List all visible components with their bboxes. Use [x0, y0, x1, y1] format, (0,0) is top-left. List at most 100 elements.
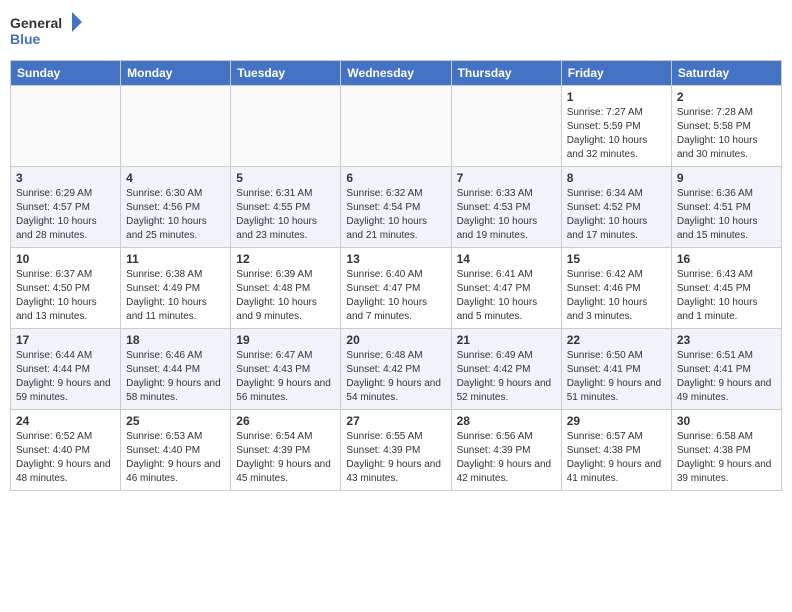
day-info: Sunrise: 6:43 AM Sunset: 4:45 PM Dayligh… — [677, 268, 776, 324]
calendar-cell: 8 Sunrise: 6:34 AM Sunset: 4:52 PM Daylig… — [561, 167, 671, 248]
weekday-header-cell: Saturday — [671, 61, 781, 86]
calendar-cell: 7 Sunrise: 6:33 AM Sunset: 4:53 PM Daylig… — [451, 167, 561, 248]
day-number: 1 — [567, 90, 666, 104]
day-number: 27 — [346, 414, 445, 428]
weekday-header-cell: Friday — [561, 61, 671, 86]
day-info: Sunrise: 6:55 AM Sunset: 4:39 PM Dayligh… — [346, 430, 445, 486]
calendar-cell: 24 Sunrise: 6:52 AM Sunset: 4:40 PM Dayli… — [11, 410, 121, 491]
day-info: Sunrise: 6:29 AM Sunset: 4:57 PM Dayligh… — [16, 187, 115, 243]
weekday-header-cell: Wednesday — [341, 61, 451, 86]
day-number: 21 — [457, 333, 556, 347]
calendar-cell: 28 Sunrise: 6:56 AM Sunset: 4:39 PM Dayli… — [451, 410, 561, 491]
calendar-cell: 15 Sunrise: 6:42 AM Sunset: 4:46 PM Dayli… — [561, 248, 671, 329]
weekday-header-cell: Monday — [121, 61, 231, 86]
day-info: Sunrise: 6:50 AM Sunset: 4:41 PM Dayligh… — [567, 349, 666, 405]
calendar-week-row: 17 Sunrise: 6:44 AM Sunset: 4:44 PM Dayli… — [11, 329, 782, 410]
calendar-cell — [11, 86, 121, 167]
calendar-cell: 29 Sunrise: 6:57 AM Sunset: 4:38 PM Dayli… — [561, 410, 671, 491]
calendar-cell: 25 Sunrise: 6:53 AM Sunset: 4:40 PM Dayli… — [121, 410, 231, 491]
day-number: 26 — [236, 414, 335, 428]
day-info: Sunrise: 6:48 AM Sunset: 4:42 PM Dayligh… — [346, 349, 445, 405]
day-info: Sunrise: 6:30 AM Sunset: 4:56 PM Dayligh… — [126, 187, 225, 243]
day-info: Sunrise: 6:53 AM Sunset: 4:40 PM Dayligh… — [126, 430, 225, 486]
day-number: 28 — [457, 414, 556, 428]
day-info: Sunrise: 6:44 AM Sunset: 4:44 PM Dayligh… — [16, 349, 115, 405]
day-number: 3 — [16, 171, 115, 185]
day-number: 12 — [236, 252, 335, 266]
day-number: 7 — [457, 171, 556, 185]
calendar-week-row: 24 Sunrise: 6:52 AM Sunset: 4:40 PM Dayli… — [11, 410, 782, 491]
day-number: 11 — [126, 252, 225, 266]
day-info: Sunrise: 6:58 AM Sunset: 4:38 PM Dayligh… — [677, 430, 776, 486]
day-info: Sunrise: 6:38 AM Sunset: 4:49 PM Dayligh… — [126, 268, 225, 324]
calendar-cell: 16 Sunrise: 6:43 AM Sunset: 4:45 PM Dayli… — [671, 248, 781, 329]
day-number: 16 — [677, 252, 776, 266]
logo-svg: General Blue — [10, 10, 90, 52]
calendar-cell: 4 Sunrise: 6:30 AM Sunset: 4:56 PM Daylig… — [121, 167, 231, 248]
day-number: 9 — [677, 171, 776, 185]
day-number: 22 — [567, 333, 666, 347]
day-number: 10 — [16, 252, 115, 266]
svg-text:Blue: Blue — [10, 31, 41, 47]
calendar-cell: 23 Sunrise: 6:51 AM Sunset: 4:41 PM Dayli… — [671, 329, 781, 410]
svg-text:General: General — [10, 15, 62, 31]
day-info: Sunrise: 7:27 AM Sunset: 5:59 PM Dayligh… — [567, 106, 666, 162]
day-info: Sunrise: 6:33 AM Sunset: 4:53 PM Dayligh… — [457, 187, 556, 243]
calendar-cell: 11 Sunrise: 6:38 AM Sunset: 4:49 PM Dayli… — [121, 248, 231, 329]
day-info: Sunrise: 6:51 AM Sunset: 4:41 PM Dayligh… — [677, 349, 776, 405]
day-number: 20 — [346, 333, 445, 347]
day-info: Sunrise: 6:47 AM Sunset: 4:43 PM Dayligh… — [236, 349, 335, 405]
day-number: 24 — [16, 414, 115, 428]
day-number: 2 — [677, 90, 776, 104]
day-info: Sunrise: 6:54 AM Sunset: 4:39 PM Dayligh… — [236, 430, 335, 486]
day-info: Sunrise: 6:57 AM Sunset: 4:38 PM Dayligh… — [567, 430, 666, 486]
day-number: 15 — [567, 252, 666, 266]
calendar-cell — [451, 86, 561, 167]
day-info: Sunrise: 6:39 AM Sunset: 4:48 PM Dayligh… — [236, 268, 335, 324]
logo: General Blue — [10, 10, 90, 52]
day-number: 18 — [126, 333, 225, 347]
calendar-cell: 10Sunrise: 6:37 AM Sunset: 4:50 PM Dayli… — [11, 248, 121, 329]
day-number: 13 — [346, 252, 445, 266]
day-info: Sunrise: 6:52 AM Sunset: 4:40 PM Dayligh… — [16, 430, 115, 486]
calendar-cell: 18 Sunrise: 6:46 AM Sunset: 4:44 PM Dayli… — [121, 329, 231, 410]
day-info: Sunrise: 6:40 AM Sunset: 4:47 PM Dayligh… — [346, 268, 445, 324]
day-number: 29 — [567, 414, 666, 428]
calendar-cell: 12 Sunrise: 6:39 AM Sunset: 4:48 PM Dayli… — [231, 248, 341, 329]
day-number: 23 — [677, 333, 776, 347]
day-number: 8 — [567, 171, 666, 185]
calendar-cell: 26 Sunrise: 6:54 AM Sunset: 4:39 PM Dayli… — [231, 410, 341, 491]
calendar-body: 1 Sunrise: 7:27 AM Sunset: 5:59 PM Daylig… — [11, 86, 782, 491]
day-info: Sunrise: 6:42 AM Sunset: 4:46 PM Dayligh… — [567, 268, 666, 324]
calendar-cell: 20 Sunrise: 6:48 AM Sunset: 4:42 PM Dayli… — [341, 329, 451, 410]
day-info: Sunrise: 6:46 AM Sunset: 4:44 PM Dayligh… — [126, 349, 225, 405]
day-number: 17 — [16, 333, 115, 347]
weekday-header-row: SundayMondayTuesdayWednesdayThursdayFrid… — [11, 61, 782, 86]
calendar-cell: 3 Sunrise: 6:29 AM Sunset: 4:57 PM Daylig… — [11, 167, 121, 248]
calendar-cell: 22 Sunrise: 6:50 AM Sunset: 4:41 PM Dayli… — [561, 329, 671, 410]
calendar-table: SundayMondayTuesdayWednesdayThursdayFrid… — [10, 60, 782, 491]
day-number: 25 — [126, 414, 225, 428]
calendar-cell: 14 Sunrise: 6:41 AM Sunset: 4:47 PM Dayli… — [451, 248, 561, 329]
calendar-cell — [341, 86, 451, 167]
day-info: Sunrise: 7:28 AM Sunset: 5:58 PM Dayligh… — [677, 106, 776, 162]
day-number: 4 — [126, 171, 225, 185]
day-info: Sunrise: 6:32 AM Sunset: 4:54 PM Dayligh… — [346, 187, 445, 243]
weekday-header-cell: Sunday — [11, 61, 121, 86]
calendar-cell: 19Sunrise: 6:47 AM Sunset: 4:43 PM Dayli… — [231, 329, 341, 410]
calendar-cell: 6Sunrise: 6:32 AM Sunset: 4:54 PM Daylig… — [341, 167, 451, 248]
day-info: Sunrise: 6:34 AM Sunset: 4:52 PM Dayligh… — [567, 187, 666, 243]
page-header: General Blue — [10, 10, 782, 52]
calendar-cell: 5Sunrise: 6:31 AM Sunset: 4:55 PM Daylig… — [231, 167, 341, 248]
calendar-cell: 1 Sunrise: 7:27 AM Sunset: 5:59 PM Daylig… — [561, 86, 671, 167]
calendar-cell: 27 Sunrise: 6:55 AM Sunset: 4:39 PM Dayli… — [341, 410, 451, 491]
calendar-cell: 2 Sunrise: 7:28 AM Sunset: 5:58 PM Daylig… — [671, 86, 781, 167]
day-info: Sunrise: 6:31 AM Sunset: 4:55 PM Dayligh… — [236, 187, 335, 243]
day-number: 14 — [457, 252, 556, 266]
calendar-cell: 17 Sunrise: 6:44 AM Sunset: 4:44 PM Dayli… — [11, 329, 121, 410]
calendar-cell — [121, 86, 231, 167]
day-info: Sunrise: 6:41 AM Sunset: 4:47 PM Dayligh… — [457, 268, 556, 324]
calendar-week-row: 10Sunrise: 6:37 AM Sunset: 4:50 PM Dayli… — [11, 248, 782, 329]
weekday-header-cell: Tuesday — [231, 61, 341, 86]
day-info: Sunrise: 6:56 AM Sunset: 4:39 PM Dayligh… — [457, 430, 556, 486]
